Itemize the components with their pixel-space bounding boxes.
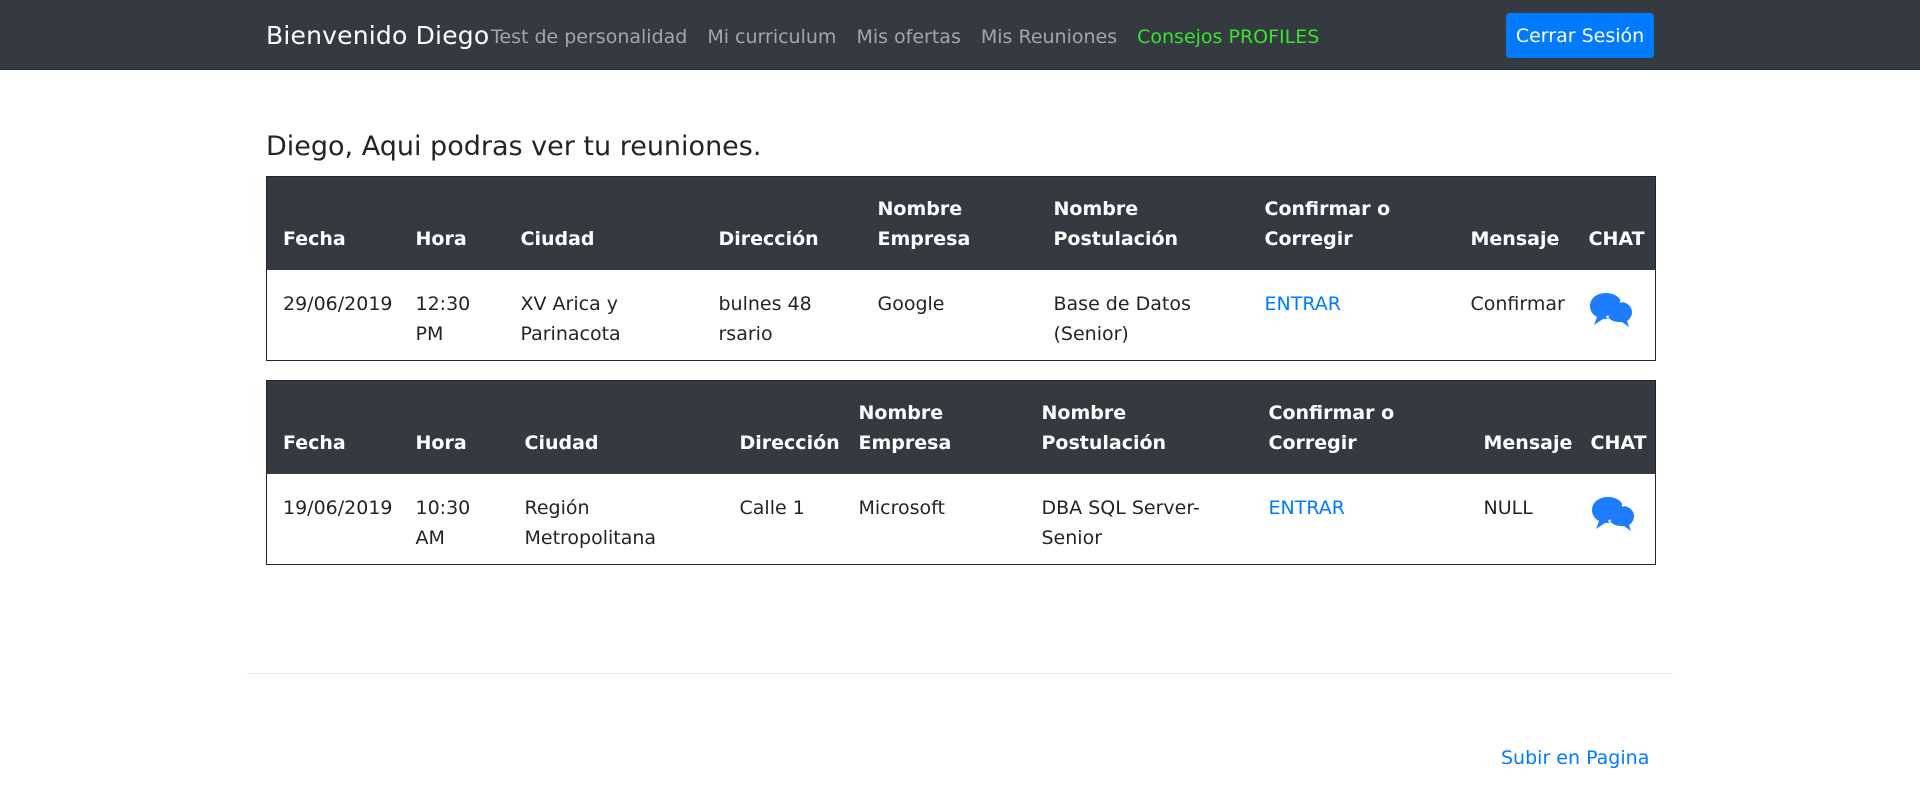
cell-chat	[1573, 270, 1656, 361]
header-mensaje: Mensaje	[1454, 176, 1573, 270]
cell-postulacion: Base de Datos (Senior)	[1053, 292, 1191, 345]
logout-button[interactable]: Cerrar Sesión	[1506, 13, 1654, 58]
header-ciudad: Ciudad	[508, 380, 724, 474]
cell-direccion: Calle 1	[739, 496, 805, 519]
nav-link-mi-curriculum[interactable]: Mi curriculum	[707, 26, 836, 48]
header-nombre-empresa: Nombre Empresa	[842, 380, 1026, 474]
header-direccion: Dirección	[723, 380, 843, 474]
nav-link-mis-reuniones[interactable]: Mis Reuniones	[981, 26, 1117, 48]
table-row: 29/06/2019 12:30 PM XV Arica y Parinacot…	[267, 270, 1656, 361]
cell-mensaje: Confirmar	[1470, 292, 1565, 315]
cell-postulacion: DBA SQL Server-Senior	[1041, 496, 1200, 549]
cell-ciudad: Región Metropolitana	[524, 496, 657, 549]
table-header-row: Fecha Hora Ciudad Dirección Nombre Empre…	[266, 176, 1656, 270]
table-header-row: Fecha Hora Ciudad Dirección Nombre Empre…	[266, 380, 1656, 474]
nav-link-test-personalidad[interactable]: Test de personalidad	[491, 26, 687, 48]
footer-divider	[247, 673, 1673, 674]
header-direccion: Dirección	[702, 176, 862, 270]
header-nombre-postulacion: Nombre Postulación	[1037, 176, 1249, 270]
cell-mensaje: NULL	[1483, 496, 1533, 519]
page-title: Diego, Aqui podras ver tu reuniones.	[266, 131, 762, 162]
cell-hora: 12:30 PM	[415, 292, 471, 345]
cell-confirmar: ENTRAR	[1249, 270, 1455, 361]
header-fecha: Fecha	[266, 380, 400, 474]
header-fecha: Fecha	[266, 176, 400, 270]
header-nombre-postulacion: Nombre Postulación	[1025, 380, 1253, 474]
navbar-brand[interactable]: Bienvenido Diego	[266, 21, 489, 50]
chat-bubbles-icon[interactable]	[1591, 495, 1635, 533]
header-mensaje: Mensaje	[1467, 380, 1575, 474]
entrar-link[interactable]: ENTRAR	[1269, 497, 1345, 519]
chat-bubbles-icon[interactable]	[1589, 291, 1633, 329]
scroll-top-link[interactable]: Subir en Pagina	[1501, 747, 1649, 769]
top-navbar: Bienvenido Diego Test de personalidad Mi…	[0, 0, 1920, 70]
entrar-link[interactable]: ENTRAR	[1265, 293, 1341, 315]
cell-chat	[1575, 474, 1656, 565]
header-ciudad: Ciudad	[504, 176, 703, 270]
table-row: 19/06/2019 10:30 AM Región Metropolitana…	[267, 474, 1656, 565]
cell-fecha: 29/06/2019	[283, 292, 393, 315]
header-hora: Hora	[399, 380, 509, 474]
cell-fecha: 19/06/2019	[283, 496, 393, 519]
nav-link-consejos-profiles[interactable]: Consejos PROFILES	[1137, 26, 1319, 48]
header-confirmar-corregir: Confirmar o Corregir	[1248, 176, 1455, 270]
nav-links: Test de personalidad Mi curriculum Mis o…	[491, 26, 1319, 48]
header-chat: CHAT	[1572, 176, 1656, 270]
nav-link-mis-ofertas[interactable]: Mis ofertas	[856, 26, 960, 48]
cell-empresa: Google	[877, 292, 945, 315]
meeting-table-1: Fecha Hora Ciudad Dirección Nombre Empre…	[266, 176, 1656, 361]
cell-hora: 10:30 AM	[415, 496, 471, 549]
meeting-table-2: Fecha Hora Ciudad Dirección Nombre Empre…	[266, 380, 1656, 565]
header-hora: Hora	[399, 176, 505, 270]
header-confirmar-corregir: Confirmar o Corregir	[1252, 380, 1468, 474]
header-nombre-empresa: Nombre Empresa	[861, 176, 1038, 270]
cell-confirmar: ENTRAR	[1253, 474, 1468, 565]
cell-direccion: bulnes 48 rsario	[718, 292, 812, 345]
header-chat: CHAT	[1574, 380, 1656, 474]
cell-empresa: Microsoft	[858, 496, 945, 519]
cell-ciudad: XV Arica y Parinacota	[520, 292, 621, 345]
